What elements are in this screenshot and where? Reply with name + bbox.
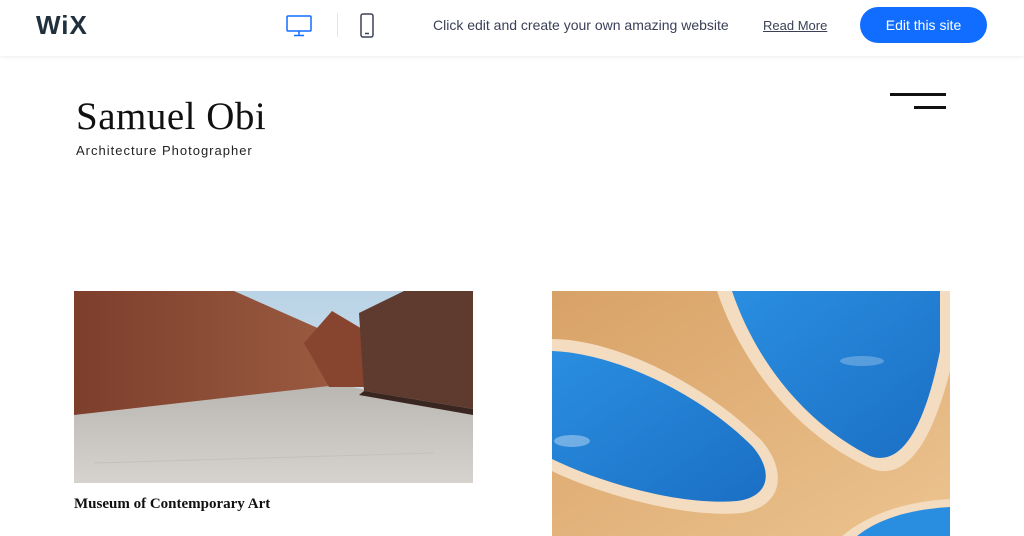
read-more-link[interactable]: Read More xyxy=(763,18,827,33)
device-divider xyxy=(337,13,338,37)
menu-line-bottom xyxy=(914,106,946,109)
edit-this-site-button[interactable]: Edit this site xyxy=(860,7,987,43)
mobile-icon xyxy=(360,13,374,38)
mobile-view-button[interactable] xyxy=(351,12,383,40)
wix-logo[interactable]: WiX xyxy=(36,10,88,41)
menu-line-top xyxy=(890,93,946,96)
desktop-view-button[interactable] xyxy=(283,12,315,40)
promo-text: Click edit and create your own amazing w… xyxy=(433,17,729,33)
gallery-item-arch[interactable] xyxy=(552,291,950,536)
gallery-item-museum[interactable]: Museum of Contemporary Art xyxy=(74,291,473,513)
desktop-icon xyxy=(286,15,312,37)
hamburger-menu-icon[interactable] xyxy=(888,91,948,113)
site-subtitle: Architecture Photographer xyxy=(76,143,253,158)
museum-photo xyxy=(74,291,473,483)
arch-photo xyxy=(552,291,950,536)
wix-top-bar: WiX Click edit and create your own amazi… xyxy=(0,0,1024,56)
site-title[interactable]: Samuel Obi xyxy=(76,94,266,139)
gallery-caption[interactable]: Museum of Contemporary Art xyxy=(74,496,473,513)
